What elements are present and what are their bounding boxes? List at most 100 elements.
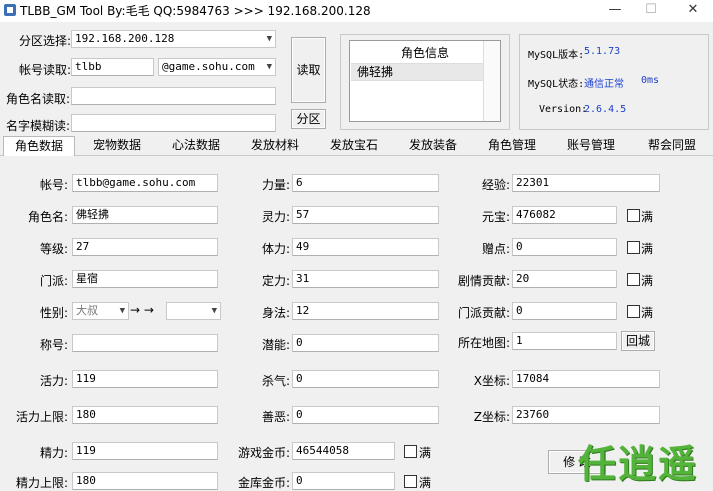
yuanbao-field[interactable]: 476082: [512, 206, 617, 224]
tab-role-manage[interactable]: 角色管理: [477, 136, 547, 155]
tab-give-gem[interactable]: 发放宝石: [319, 136, 389, 155]
story-contrib-max-checkbox[interactable]: [627, 273, 640, 286]
constitution-field[interactable]: 49: [292, 238, 439, 256]
gift-points-field[interactable]: 0: [512, 238, 617, 256]
vitality-label: 活力:: [39, 374, 68, 388]
school-contrib-max-checkbox[interactable]: [627, 305, 640, 318]
read-button[interactable]: 读取: [291, 37, 326, 103]
title-bar: TLBB_GM Tool By:毛毛 QQ:5984763 >>> 192.16…: [0, 0, 713, 22]
watermark-logo: 任逍遥: [578, 441, 699, 486]
school-contrib-label: 门派贡献:: [457, 306, 510, 320]
account-read-label: 帐号读取:: [19, 63, 72, 77]
school-label: 门派:: [39, 274, 68, 288]
map-field[interactable]: 1: [512, 332, 617, 350]
tab-pet-data[interactable]: 宠物数据: [82, 136, 152, 155]
mysql-latency: 0ms: [641, 75, 660, 86]
x-coord-label: X坐标:: [473, 374, 510, 388]
role-info-scrollbar[interactable]: [483, 41, 500, 121]
energy-max-field[interactable]: 180: [72, 472, 218, 490]
morality-field[interactable]: 0: [292, 406, 439, 424]
kill-aura-field[interactable]: 0: [292, 370, 439, 388]
game-gold-max-checkbox[interactable]: [404, 445, 417, 458]
game-gold-max-label: 满: [419, 446, 432, 460]
defense-field[interactable]: 31: [292, 270, 439, 288]
zone-select-value: 192.168.200.128: [75, 32, 175, 45]
gift-points-label: 赠点:: [481, 242, 510, 256]
vault-gold-max-checkbox[interactable]: [404, 475, 417, 488]
maximize-icon[interactable]: ☐: [628, 0, 674, 22]
z-coord-label: Z坐标:: [473, 410, 510, 424]
return-city-button[interactable]: 回城: [621, 331, 655, 351]
potential-field[interactable]: 0: [292, 334, 439, 352]
vitality-field[interactable]: 119: [72, 370, 218, 388]
energy-max-label: 精力上限:: [15, 476, 68, 490]
gender-arrow-icon: → →: [130, 303, 154, 317]
school-contrib-field[interactable]: 0: [512, 302, 617, 320]
story-contrib-max-label: 满: [641, 274, 654, 288]
strength-label: 力量:: [261, 178, 290, 192]
story-contrib-field[interactable]: 20: [512, 270, 617, 288]
mysql-status-value: 通信正常: [584, 79, 624, 90]
agility-field[interactable]: 12: [292, 302, 439, 320]
exp-field[interactable]: 22301: [512, 174, 660, 192]
energy-label: 精力:: [39, 446, 68, 460]
vault-gold-field[interactable]: 0: [292, 472, 395, 490]
role-name-label: 角色名:: [27, 210, 68, 224]
gender-select-value: 大叔: [76, 304, 98, 317]
mysql-version-value: 5.1.73: [584, 46, 621, 57]
app-version-value: 2.6.4.5: [584, 104, 627, 115]
tab-account-manage[interactable]: 账号管理: [556, 136, 626, 155]
tab-guild-alliance[interactable]: 帮会同盟: [635, 136, 709, 155]
chevron-down-icon: ▼: [211, 306, 217, 316]
gender-select[interactable]: 大叔 ▼: [72, 302, 129, 320]
potential-label: 潜能:: [261, 338, 290, 352]
chevron-down-icon: ▼: [266, 34, 272, 44]
yuanbao-label: 元宝:: [481, 210, 510, 224]
zone-button[interactable]: 分区: [291, 109, 326, 129]
zone-label: 分区选择:: [19, 34, 72, 48]
vitality-max-field[interactable]: 180: [72, 406, 218, 424]
spirit-field[interactable]: 57: [292, 206, 439, 224]
defense-label: 定力:: [261, 274, 290, 288]
role-info-list[interactable]: 角色信息 佛轻拂: [349, 40, 501, 122]
close-icon[interactable]: ✕: [670, 0, 713, 22]
strength-field[interactable]: 6: [292, 174, 439, 192]
x-coord-field[interactable]: 17084: [512, 370, 660, 388]
gift-points-max-checkbox[interactable]: [627, 241, 640, 254]
role-info-item[interactable]: 佛轻拂: [351, 63, 485, 81]
app-version-label: Version:: [539, 104, 588, 115]
chevron-down-icon: ▼: [266, 62, 272, 72]
domain-select-value: @game.sohu.com: [162, 60, 255, 73]
school-contrib-max-label: 满: [641, 306, 654, 320]
tab-role-data[interactable]: 角色数据: [3, 136, 75, 156]
level-field[interactable]: 27: [72, 238, 218, 256]
role-info-header: 角色信息: [400, 46, 449, 60]
account-read-input[interactable]: tlbb: [71, 58, 154, 76]
vitality-max-label: 活力上限:: [15, 410, 68, 424]
tab-skill-data[interactable]: 心法数据: [161, 136, 231, 155]
rolename-read-input[interactable]: [71, 87, 276, 105]
energy-field[interactable]: 119: [72, 442, 218, 460]
account-field[interactable]: tlbb@game.sohu.com: [72, 174, 218, 192]
fuzzy-name-input[interactable]: [71, 114, 276, 132]
domain-select[interactable]: @game.sohu.com ▼: [158, 58, 276, 76]
yuanbao-max-checkbox[interactable]: [627, 209, 640, 222]
tab-give-material[interactable]: 发放材料: [240, 136, 310, 155]
tab-give-equipment[interactable]: 发放装备: [398, 136, 468, 155]
app-icon: [4, 4, 16, 16]
story-contrib-label: 剧情贡献:: [457, 274, 510, 288]
spirit-label: 灵力:: [261, 210, 290, 224]
gender-target-select[interactable]: ▼: [166, 302, 221, 320]
game-gold-field[interactable]: 46544058: [292, 442, 395, 460]
window-title: TLBB_GM Tool By:毛毛 QQ:5984763 >>> 192.16…: [20, 4, 371, 18]
title-field[interactable]: [72, 334, 218, 352]
game-gold-label: 游戏金币:: [237, 446, 290, 460]
zone-select[interactable]: 192.168.200.128 ▼: [71, 30, 276, 48]
fuzzy-name-label: 名字模糊读:: [6, 119, 71, 133]
agility-label: 身法:: [261, 306, 290, 320]
role-name-field[interactable]: 佛轻拂: [72, 206, 218, 224]
kill-aura-label: 杀气:: [261, 374, 290, 388]
mysql-status-label: MySQL状态:: [528, 79, 585, 90]
z-coord-field[interactable]: 23760: [512, 406, 660, 424]
school-field[interactable]: 星宿: [72, 270, 218, 288]
